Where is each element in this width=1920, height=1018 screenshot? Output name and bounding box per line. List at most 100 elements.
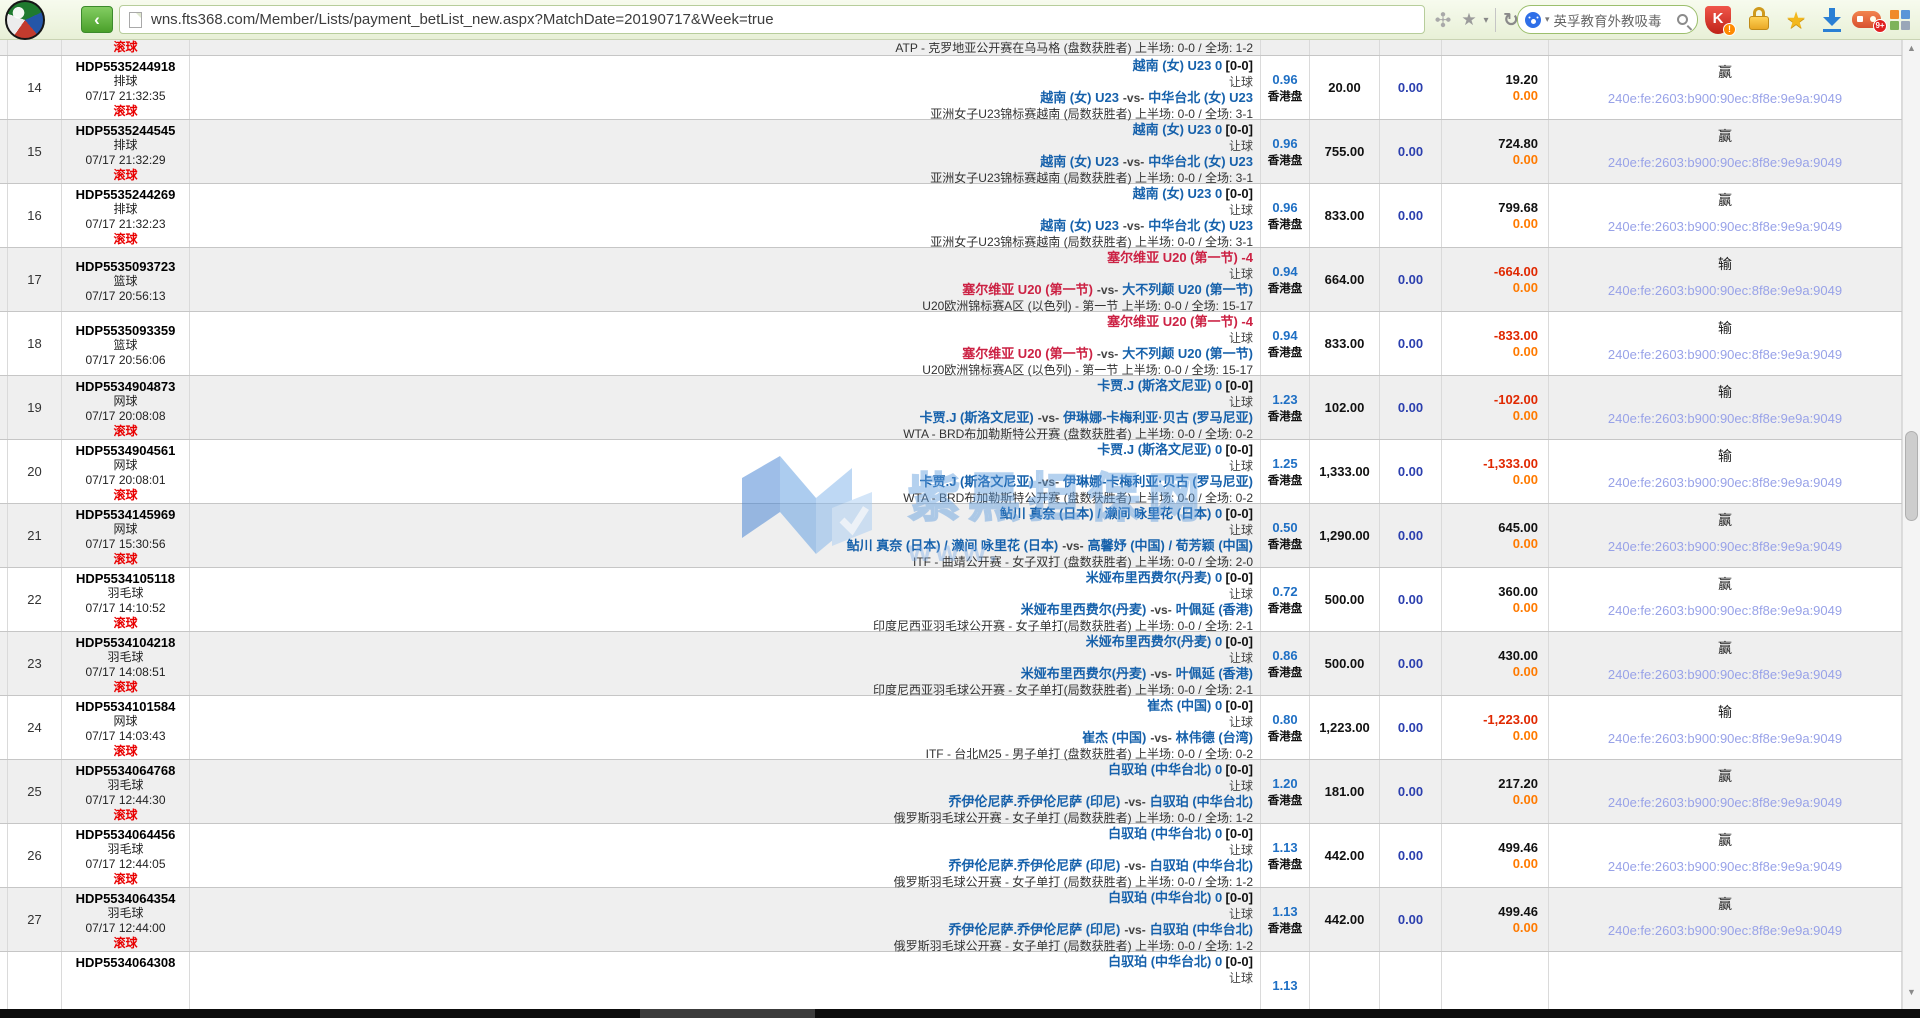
- extension-fan-icon[interactable]: ✣: [1430, 0, 1456, 40]
- pick-team: 越南 (女) U23 0: [1133, 122, 1223, 137]
- bet-amount: 1,333.00: [1310, 440, 1380, 503]
- pick-team: 卡贾.J (斯洛文尼亚) 0: [1097, 442, 1222, 457]
- bet-time: 07/17 21:32:29: [62, 153, 189, 168]
- winloss-cell: 19.20 0.00: [1442, 56, 1549, 119]
- bet-amount: 442.00: [1310, 824, 1380, 887]
- scroll-up-arrow-icon[interactable]: ▲: [1903, 43, 1920, 53]
- away-team: 伊琳娜-卡梅利亚·贝古 (罗马尼亚): [1063, 410, 1253, 425]
- vs-separator: -vs-: [1097, 347, 1118, 361]
- winloss-sub-amount: 0.00: [1513, 728, 1538, 744]
- pick-score: [0-0]: [1226, 698, 1253, 713]
- search-engine-dropdown-icon[interactable]: ▾: [1545, 14, 1550, 25]
- live-tag: 滚球: [62, 424, 189, 439]
- row-number: 17: [8, 248, 62, 311]
- scroll-down-arrow-icon[interactable]: ▼: [1903, 987, 1920, 997]
- scrollbar-thumb[interactable]: [1905, 431, 1918, 521]
- favorites-star-icon[interactable]: ★: [1783, 0, 1809, 40]
- search-icon[interactable]: [1677, 14, 1688, 25]
- bet-id: HDP5534904561: [62, 443, 189, 458]
- odds-cell: 0.96 香港盘: [1261, 120, 1310, 183]
- bet-id-cell: HDP5534064768 羽毛球 07/17 12:44:30 滚球: [62, 760, 190, 823]
- bookmark-dropdown-icon[interactable]: ▾: [1480, 0, 1492, 40]
- winloss-cell: 217.20 0.00: [1442, 760, 1549, 823]
- valid-amount: 0.00: [1380, 888, 1442, 951]
- bet-type: 让球: [190, 587, 1253, 603]
- odds-cell: 0.86 香港盘: [1261, 632, 1310, 695]
- away-team: 高馨妤 (中国) / 荀芳颖 (中国): [1088, 538, 1253, 553]
- bet-status: 赢: [1549, 190, 1901, 210]
- away-team: 白驭珀 (中华台北): [1150, 794, 1253, 809]
- winloss-amount: 499.46: [1498, 904, 1538, 920]
- bet-type: 让球: [190, 75, 1253, 91]
- games-badge: 9+: [1873, 19, 1887, 33]
- row-number: 14: [8, 56, 62, 119]
- bet-type: 让球: [190, 267, 1253, 283]
- winloss-sub-amount: 0.00: [1513, 792, 1538, 808]
- bet-type: 让球: [190, 523, 1253, 539]
- home-team: 越南 (女) U23: [1040, 90, 1119, 105]
- pick-score: [0-0]: [1226, 186, 1253, 201]
- bet-type: 让球: [190, 779, 1253, 795]
- status-cell: 输 240e:fe:2603:b900:90ec:8f8e:9e9a:9049: [1549, 312, 1902, 375]
- row-edge-cell: [0, 312, 8, 375]
- bet-type: 让球: [190, 971, 1253, 987]
- address-bar[interactable]: wns.fts368.com/Member/Lists/payment_betL…: [119, 5, 1425, 34]
- bet-id-cell: HDP5535093723 篮球 07/17 20:56:13: [62, 248, 190, 311]
- bet-id: HDP5535244918: [62, 59, 189, 74]
- bet-detail-cell: 塞尔维亚 U20 (第一节) -4 让球 塞尔维亚 U20 (第一节)-vs-大…: [190, 248, 1261, 311]
- lock-icon[interactable]: [1748, 7, 1770, 30]
- status-cell: 赢 240e:fe:2603:b900:90ec:8f8e:9e9a:9049: [1549, 760, 1902, 823]
- row-edge-cell: [0, 56, 8, 119]
- away-team: 大不列颠 U20 (第一节): [1122, 282, 1253, 297]
- bet-id-cell: HDP5534101584 网球 07/17 14:03:43 滚球: [62, 696, 190, 759]
- bookmark-star-icon[interactable]: ★: [1459, 0, 1479, 40]
- bet-amount: 442.00: [1310, 888, 1380, 951]
- partial-row-top: 滚球 ATP - 克罗地亚公开赛在乌马格 (盘数获胜者) 上半场: 0-0 / …: [0, 40, 1902, 56]
- pick-team: 越南 (女) U23 0: [1133, 58, 1223, 73]
- bet-type: 让球: [190, 459, 1253, 475]
- ip-address: 240e:fe:2603:b900:90ec:8f8e:9e9a:9049: [1549, 667, 1901, 682]
- vs-separator: -vs-: [1150, 731, 1171, 745]
- bet-detail-cell: 白驭珀 (中华台北) 0 [0-0] 让球 乔伊伦尼萨.乔伊伦尼萨 (印尼)-v…: [190, 760, 1261, 823]
- back-button[interactable]: ‹: [81, 6, 113, 33]
- bet-type: 让球: [190, 203, 1253, 219]
- sport-label: 排球: [62, 74, 189, 89]
- sport-label: 网球: [62, 394, 189, 409]
- search-box[interactable]: ▾ 英孚教育外教吸毒: [1517, 5, 1698, 34]
- security-shield-icon[interactable]: K !: [1705, 6, 1731, 34]
- ip-address: 240e:fe:2603:b900:90ec:8f8e:9e9a:9049: [1549, 603, 1901, 618]
- valid-amount: 0.00: [1380, 824, 1442, 887]
- market-type: 香港盘: [1268, 472, 1303, 488]
- games-icon[interactable]: 9+: [1852, 11, 1881, 28]
- winloss-sub-amount: 0.00: [1513, 88, 1538, 104]
- bet-status: 赢: [1549, 510, 1901, 530]
- pick-team: 白驭珀 (中华台北) 0: [1108, 826, 1222, 841]
- bet-type: 让球: [190, 715, 1253, 731]
- bet-id: HDP5534064308: [62, 955, 189, 970]
- live-tag: 滚球: [62, 936, 189, 951]
- winloss-sub-amount: 0.00: [1513, 280, 1538, 296]
- bet-id-cell: HDP5534064354 羽毛球 07/17 12:44:00 滚球: [62, 888, 190, 951]
- download-icon[interactable]: [1822, 8, 1842, 32]
- ip-address: 240e:fe:2603:b900:90ec:8f8e:9e9a:9049: [1549, 91, 1901, 106]
- market-type: 香港盘: [1268, 920, 1303, 936]
- home-team: 乔伊伦尼萨.乔伊伦尼萨 (印尼): [948, 794, 1120, 809]
- url-text[interactable]: wns.fts368.com/Member/Lists/payment_betL…: [151, 11, 774, 28]
- sport-label: 网球: [62, 522, 189, 537]
- bet-time: 07/17 12:44:05: [62, 857, 189, 872]
- live-tag: 滚球: [62, 616, 189, 631]
- vertical-scrollbar[interactable]: ▲ ▼: [1902, 40, 1920, 1009]
- bet-time: 07/17 20:08:08: [62, 409, 189, 424]
- winloss-amount: -102.00: [1494, 392, 1538, 408]
- table-row: 22 HDP5534105118 羽毛球 07/17 14:10:52 滚球 米…: [0, 568, 1902, 632]
- odds-cell: 0.80 香港盘: [1261, 696, 1310, 759]
- row-edge-cell: [0, 504, 8, 567]
- bet-status: 输: [1549, 446, 1901, 466]
- vs-separator: -vs-: [1038, 411, 1059, 425]
- row-number: 27: [8, 888, 62, 951]
- sport-label: 网球: [62, 714, 189, 729]
- apps-grid-icon[interactable]: [1890, 10, 1910, 30]
- odds-cell: 0.96 香港盘: [1261, 184, 1310, 247]
- search-input[interactable]: 英孚教育外教吸毒: [1554, 10, 1673, 30]
- market-type: 香港盘: [1268, 792, 1303, 808]
